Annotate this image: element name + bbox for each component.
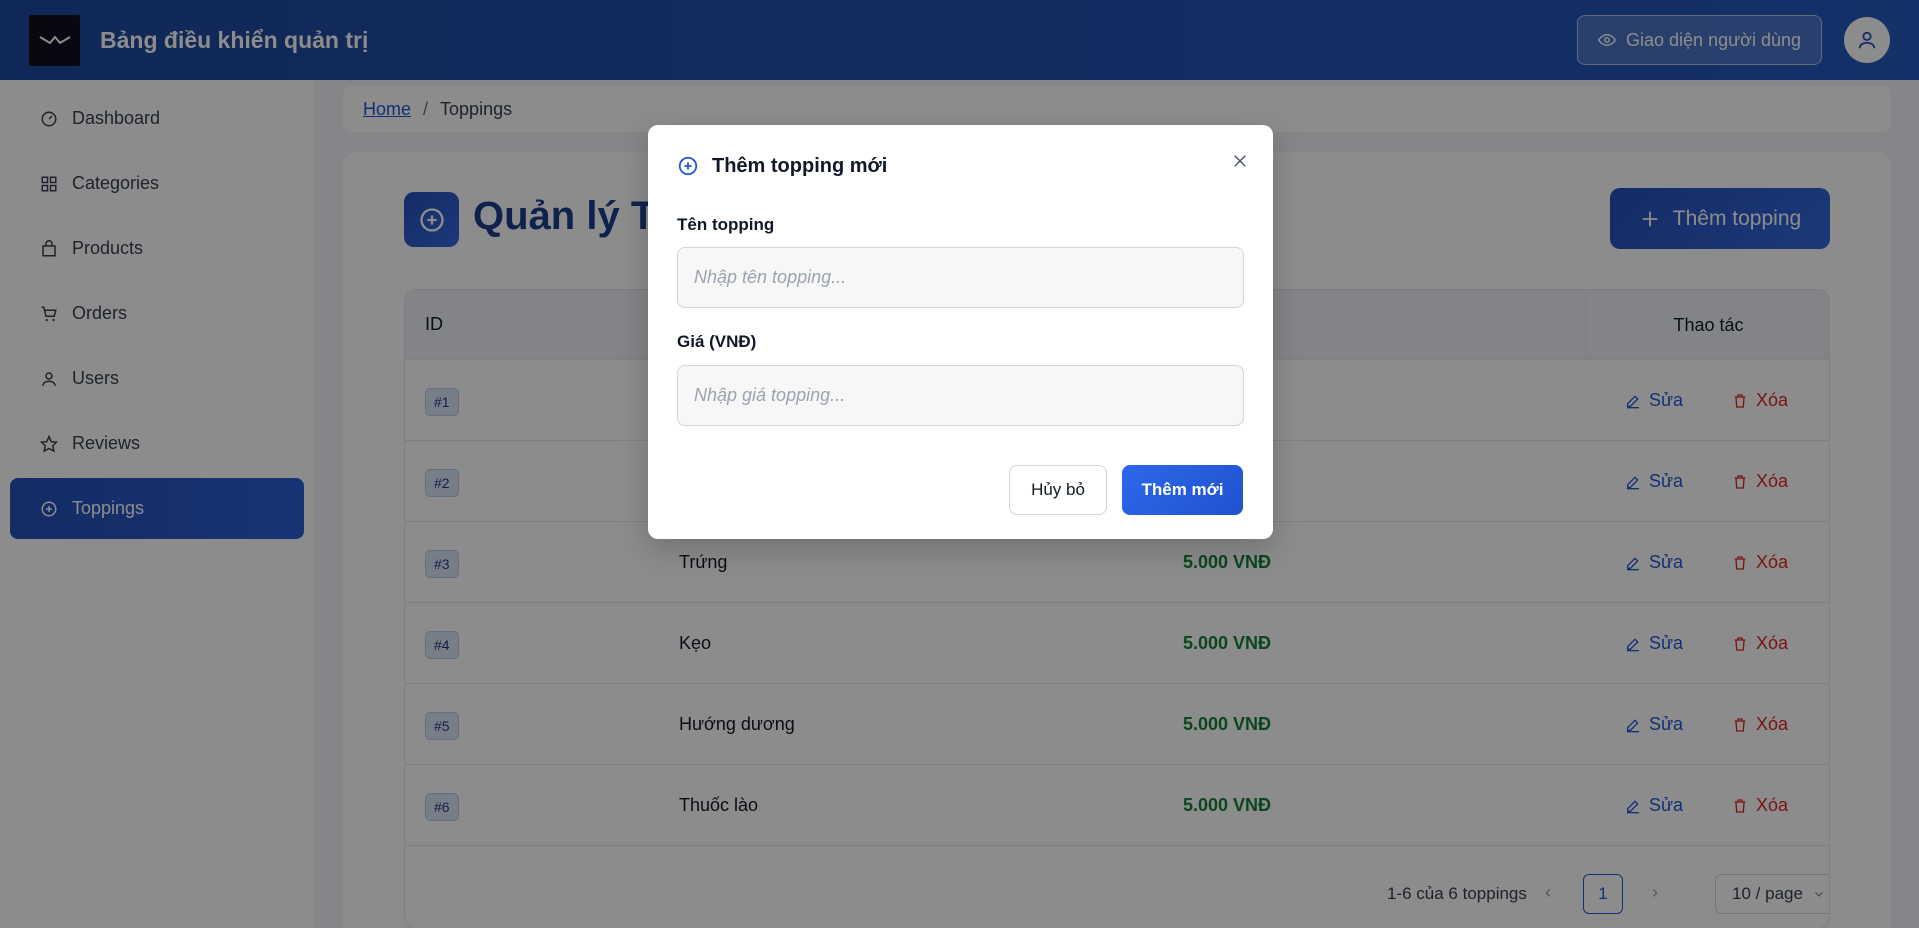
price-field-label: Giá (VNĐ) <box>677 332 757 351</box>
topping-name-input[interactable] <box>677 247 1244 308</box>
close-button[interactable] <box>1228 149 1252 173</box>
add-topping-modal: Thêm topping mới Tên topping Giá (VNĐ) H… <box>648 125 1273 539</box>
plus-circle-icon <box>678 156 698 176</box>
name-field-label: Tên topping <box>677 215 775 234</box>
cancel-button[interactable]: Hủy bỏ <box>1009 465 1107 515</box>
close-icon <box>1234 155 1246 167</box>
topping-price-input[interactable] <box>677 365 1244 426</box>
submit-button[interactable]: Thêm mới <box>1122 465 1243 515</box>
modal-title: Thêm topping mới <box>712 155 888 177</box>
